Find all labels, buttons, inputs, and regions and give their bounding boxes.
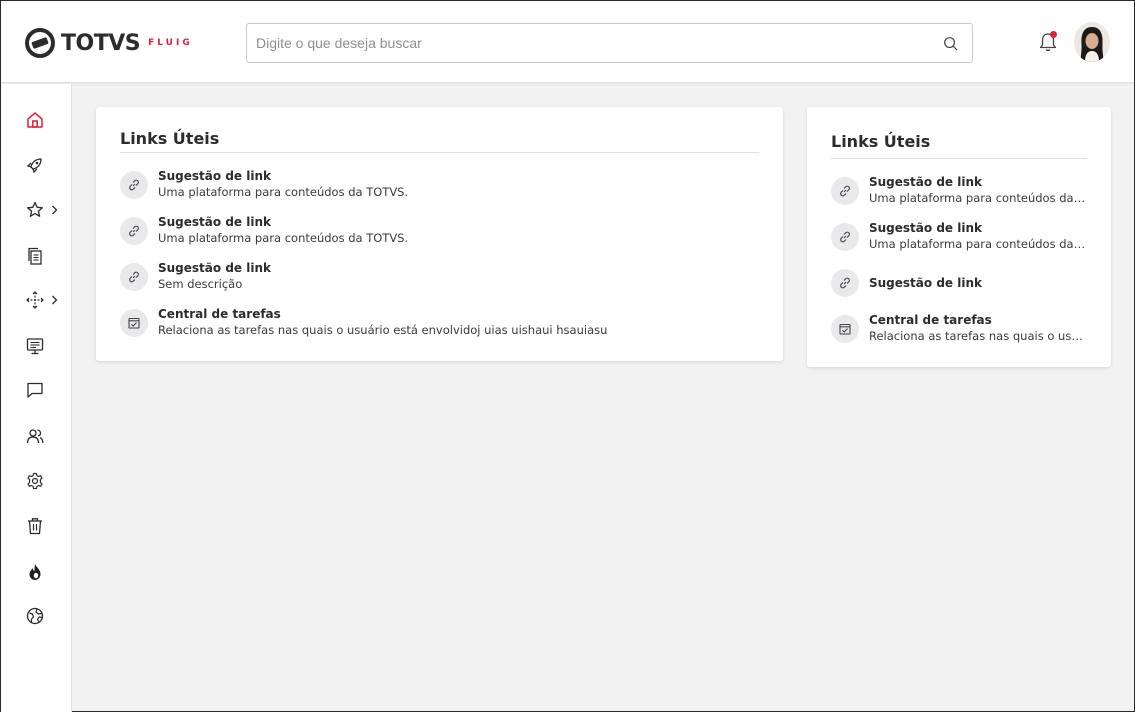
link-title: Sugestão de link (158, 261, 271, 275)
totvs-logo-icon (25, 28, 55, 58)
link-title: Sugestão de link (869, 175, 982, 189)
widget-divider (120, 152, 759, 153)
star-icon (26, 201, 44, 217)
links-widget-narrow: Links Úteis Sugestão de link Uma platafo… (807, 107, 1111, 367)
link-title: Central de tarefas (869, 313, 992, 327)
top-header: TOTVS FLUIG (1, 1, 1134, 83)
sidebar-item-users[interactable] (25, 424, 61, 448)
link-title: Sugestão de link (158, 169, 271, 183)
link-item[interactable]: Sugestão de link Sem descrição (120, 261, 760, 292)
home-icon (27, 112, 43, 128)
totvs-fluig-logo[interactable]: TOTVS FLUIG (25, 28, 193, 58)
avatar-image (1074, 22, 1110, 62)
link-description: Uma plataforma para conteúdos da TOTVS. (158, 231, 409, 245)
link-item[interactable]: Sugestão de link (831, 267, 1087, 297)
link-title: Sugestão de link (869, 221, 982, 235)
link-icon (120, 171, 148, 199)
presentation-icon (26, 338, 44, 355)
task-check-icon (120, 309, 148, 337)
link-item[interactable]: Sugestão de link Uma plataforma para con… (120, 215, 760, 246)
users-icon (26, 429, 44, 444)
sidebar-item-workflow[interactable] (25, 288, 61, 312)
sidebar-item-home[interactable] (25, 108, 61, 132)
link-icon (120, 217, 148, 245)
search-icon[interactable] (943, 36, 958, 51)
widget-title: Links Úteis (120, 129, 220, 148)
link-icon (831, 269, 859, 297)
chat-icon (27, 382, 43, 398)
link-icon (831, 223, 859, 251)
fire-icon (29, 564, 41, 580)
sidebar-item-trash[interactable] (25, 514, 61, 538)
link-title: Central de tarefas (158, 307, 281, 321)
sidebar-item-rocket[interactable] (25, 153, 61, 177)
link-item[interactable]: Sugestão de link Uma plataforma para con… (831, 175, 1087, 206)
link-description: Relaciona as tarefas nas quais o usuá... (869, 329, 1087, 343)
logo-subtext: FLUIG (148, 38, 193, 48)
link-description: Sem descrição (158, 277, 243, 291)
link-title: Sugestão de link (158, 215, 271, 229)
workflow-icon (26, 291, 44, 309)
chevron-right-icon (52, 205, 58, 215)
link-title: Sugestão de link (869, 275, 982, 290)
gear-icon (27, 472, 43, 490)
link-icon (831, 177, 859, 205)
task-check-icon (831, 315, 859, 343)
logo-text: TOTVS (61, 30, 141, 56)
sidebar-item-favorites[interactable] (25, 198, 61, 222)
link-item[interactable]: Sugestão de link Uma plataforma para con… (120, 169, 760, 200)
link-description: Uma plataforma para conteúdos da T... (869, 237, 1087, 251)
user-avatar[interactable] (1074, 22, 1110, 62)
links-widget-wide: Links Úteis Sugestão de link Uma platafo… (96, 107, 783, 361)
sidebar-item-settings[interactable] (25, 469, 61, 493)
widget-divider (831, 158, 1087, 159)
search-input[interactable] (256, 24, 936, 62)
notification-badge (1050, 31, 1057, 38)
search-box (246, 23, 973, 63)
link-icon (120, 263, 148, 291)
link-item[interactable]: Sugestão de link Uma plataforma para con… (831, 221, 1087, 252)
link-item[interactable]: Central de tarefas Relaciona as tarefas … (120, 307, 760, 338)
sidebar-item-documents[interactable] (25, 244, 61, 268)
sidebar-item-chat[interactable] (25, 378, 61, 402)
sidebar-item-fire[interactable] (25, 560, 61, 584)
widget-title: Links Úteis (831, 132, 931, 151)
trash-icon (28, 518, 42, 535)
globe-icon (26, 607, 44, 625)
sidebar-item-globe[interactable] (25, 604, 61, 628)
sidebar-nav (1, 84, 72, 712)
link-description: Uma plataforma para conteúdos da T... (869, 191, 1087, 205)
link-description: Relaciona as tarefas nas quais o usuário… (158, 323, 608, 337)
sidebar-item-presentation[interactable] (25, 334, 61, 358)
link-item[interactable]: Central de tarefas Relaciona as tarefas … (831, 313, 1087, 344)
rocket-icon (26, 158, 42, 174)
link-description: Uma plataforma para conteúdos da TOTVS. (158, 185, 409, 199)
documents-icon (28, 247, 42, 265)
chevron-right-icon (52, 295, 58, 305)
